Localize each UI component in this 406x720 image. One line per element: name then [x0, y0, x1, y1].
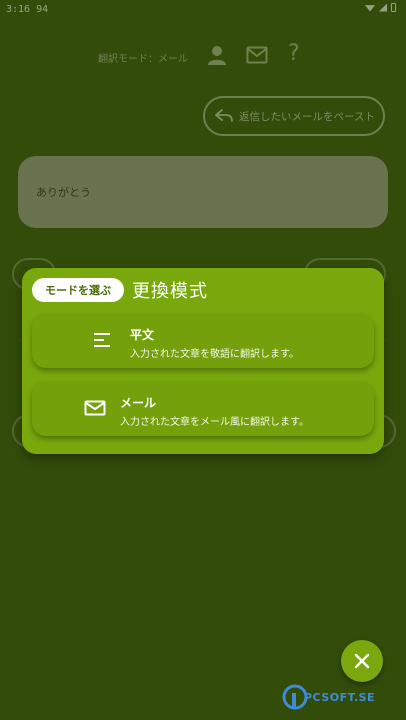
option-description: 入力された文章を敬語に翻訳します。	[130, 349, 299, 360]
close-icon	[354, 653, 370, 669]
option-plain-text[interactable]: 平文 入力された文章を敬語に翻訳します。	[32, 314, 374, 368]
status-icons	[365, 3, 396, 12]
mail-icon	[84, 400, 106, 416]
option-title: 平文	[130, 328, 155, 342]
mode-select-dialog: モードを選ぶ 更換模式 平文 入力された文章を敬語に翻訳します。 メール 入力さ…	[22, 268, 384, 454]
message-text: ありがとう	[36, 186, 91, 199]
user-icon[interactable]	[206, 44, 228, 66]
mail-icon[interactable]	[246, 46, 268, 64]
message-input[interactable]: ありがとう	[18, 156, 388, 228]
battery-icon	[391, 3, 396, 12]
dialog-title: 更換模式	[132, 281, 208, 302]
mode-select-chip: モードを選ぶ	[32, 278, 124, 302]
wifi-icon	[365, 5, 375, 12]
translation-mode-label: 翻訳モード：メール	[98, 54, 188, 65]
watermark: PCSOFT.SE	[282, 684, 402, 714]
paste-button-label: 返信したいメールをペースト	[239, 110, 375, 123]
status-time: 3:16 94	[6, 4, 49, 15]
text-lines-icon	[94, 333, 110, 347]
option-title: メール	[120, 396, 157, 410]
paste-reply-mail-button[interactable]: 返信したいメールをペースト	[203, 96, 385, 136]
cellular-icon	[379, 3, 387, 12]
help-icon[interactable]: ?	[288, 41, 300, 66]
close-button[interactable]	[341, 640, 383, 682]
reply-icon	[215, 109, 233, 122]
watermark-text: PCSOFT.SE	[304, 691, 376, 704]
top-toolbar: 翻訳モード：メール ?	[0, 40, 406, 70]
option-description: 入力された文章をメール風に翻訳します。	[120, 417, 309, 428]
status-bar: 3:16 94	[0, 0, 406, 20]
option-mail[interactable]: メール 入力された文章をメール風に翻訳します。	[32, 382, 374, 436]
